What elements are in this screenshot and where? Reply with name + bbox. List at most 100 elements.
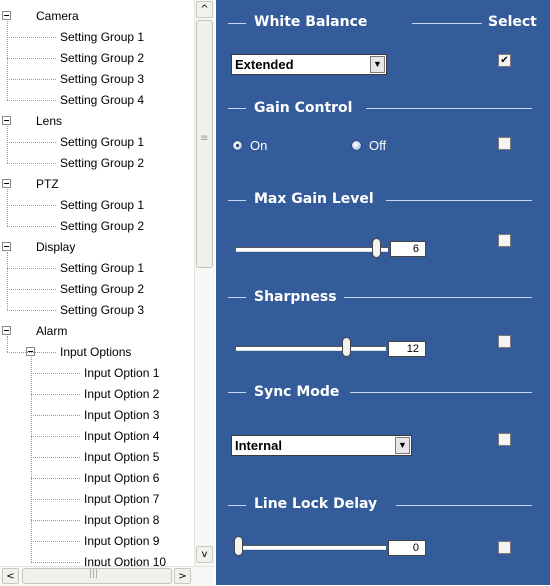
- sharpness-checkbox[interactable]: [498, 335, 511, 348]
- vertical-scroll-thumb[interactable]: [196, 20, 213, 268]
- select-column-header: Select: [488, 14, 537, 30]
- group-divider: [350, 392, 532, 393]
- white-balance-select[interactable]: Extended ▼: [231, 54, 387, 75]
- tree-item[interactable]: Setting Group 2: [60, 279, 144, 299]
- sync-mode-title: Sync Mode: [254, 384, 340, 400]
- scroll-down-button[interactable]: v: [196, 546, 213, 563]
- gain-control-checkbox[interactable]: [498, 137, 511, 150]
- tree-item[interactable]: Input Option 10: [84, 552, 166, 566]
- tree-item[interactable]: Input Option 3: [84, 405, 159, 425]
- tree-item[interactable]: Setting Group 4: [60, 90, 144, 110]
- gain-on-label: On: [250, 138, 268, 153]
- tree-item[interactable]: Setting Group 1: [60, 258, 144, 278]
- collapse-icon[interactable]: [2, 242, 11, 251]
- tree-connector: [31, 415, 80, 416]
- group-divider: [228, 392, 246, 393]
- tree-connector: [7, 268, 56, 269]
- tree-item-label: Setting Group 1: [60, 30, 145, 44]
- tree-item[interactable]: Input Option 6: [84, 468, 159, 488]
- sync-mode-value: Internal: [235, 438, 282, 453]
- tree-item[interactable]: Setting Group 1: [60, 132, 144, 152]
- tree-item-label: Setting Group 1: [60, 198, 145, 212]
- sharpness-title: Sharpness: [254, 289, 337, 305]
- group-divider: [366, 108, 532, 109]
- sharpness-value[interactable]: 12: [388, 341, 426, 357]
- tree-connector: [31, 394, 80, 395]
- tree-item[interactable]: Display: [36, 237, 75, 257]
- tree-item[interactable]: Setting Group 1: [60, 27, 144, 47]
- tree-item-label: Setting Group 4: [60, 93, 145, 107]
- sync-mode-checkbox[interactable]: [498, 433, 511, 446]
- dropdown-arrow-icon[interactable]: ▼: [395, 437, 410, 454]
- tree-item-label: Input Options: [60, 345, 132, 359]
- tree-item[interactable]: Input Option 4: [84, 426, 159, 446]
- collapse-icon[interactable]: [2, 326, 11, 335]
- scroll-left-button[interactable]: <: [2, 568, 19, 584]
- group-divider: [228, 108, 246, 109]
- tree-item-label: PTZ: [36, 177, 59, 191]
- line-lock-value[interactable]: 0: [388, 540, 426, 556]
- group-divider: [412, 23, 482, 24]
- sync-mode-select[interactable]: Internal ▼: [231, 435, 412, 456]
- max-gain-slider-track[interactable]: [236, 247, 388, 252]
- tree-item[interactable]: Input Option 1: [84, 363, 159, 383]
- scroll-up-button[interactable]: ^: [196, 1, 213, 18]
- tree-item[interactable]: Input Option 2: [84, 384, 159, 404]
- tree-item-label: Setting Group 1: [60, 261, 145, 275]
- tree-item-label: Input Option 2: [84, 387, 160, 401]
- dropdown-arrow-icon[interactable]: ▼: [370, 56, 385, 73]
- tree-item[interactable]: Setting Group 2: [60, 216, 144, 236]
- gain-off-label: Off: [369, 138, 387, 153]
- tree-connector: [7, 289, 56, 290]
- sharpness-slider-track[interactable]: [236, 346, 386, 351]
- tree-item[interactable]: Lens: [36, 111, 62, 131]
- tree-item[interactable]: Input Option 7: [84, 489, 159, 509]
- tree-item-label: Setting Group 2: [60, 282, 145, 296]
- tree-item[interactable]: Input Option 8: [84, 510, 159, 530]
- sharpness-slider-thumb[interactable]: [341, 337, 351, 357]
- tree-item[interactable]: Setting Group 3: [60, 69, 144, 89]
- line-lock-slider-thumb[interactable]: [234, 536, 243, 556]
- gain-off-radio[interactable]: [351, 140, 362, 151]
- tree-item[interactable]: Setting Group 1: [60, 195, 144, 215]
- tree-item-label: Setting Group 2: [60, 51, 145, 65]
- tree-connector: [7, 163, 56, 164]
- tree-item[interactable]: PTZ: [36, 174, 59, 194]
- horizontal-scroll-thumb[interactable]: [22, 568, 172, 584]
- tree-item[interactable]: Input Options: [60, 342, 131, 362]
- group-divider: [228, 505, 246, 506]
- tree-connector: [31, 520, 80, 521]
- tree-item[interactable]: Setting Group 2: [60, 153, 144, 173]
- scroll-right-button[interactable]: >: [174, 568, 191, 584]
- tree-item[interactable]: Setting Group 3: [60, 300, 144, 320]
- tree-item[interactable]: Setting Group 2: [60, 48, 144, 68]
- tree-connector: [7, 79, 56, 80]
- tree-item[interactable]: Input Option 5: [84, 447, 159, 467]
- tree-connector: [7, 310, 56, 311]
- collapse-icon[interactable]: [2, 11, 11, 20]
- max-gain-value[interactable]: 6: [390, 241, 426, 257]
- max-gain-checkbox[interactable]: [498, 234, 511, 247]
- tree-item[interactable]: Alarm: [36, 321, 67, 341]
- tree-connector: [7, 352, 56, 353]
- tree-connector: [7, 189, 8, 226]
- tree-item-label: Input Option 3: [84, 408, 160, 422]
- gain-on-radio[interactable]: [232, 140, 243, 151]
- tree-item[interactable]: Input Option 9: [84, 531, 159, 551]
- collapse-icon[interactable]: [2, 116, 11, 125]
- line-lock-checkbox[interactable]: [498, 541, 511, 554]
- max-gain-slider-thumb[interactable]: [371, 238, 381, 258]
- tree-item[interactable]: Camera: [36, 6, 79, 26]
- line-lock-delay-title: Line Lock Delay: [254, 496, 378, 512]
- tree-view[interactable]: Camera Setting Group 1 Setting Group 2 Sett…: [0, 0, 194, 566]
- white-balance-checkbox[interactable]: ✔: [498, 54, 511, 67]
- tree-connector: [31, 373, 80, 374]
- tree-item-label: Display: [36, 240, 76, 254]
- tree-connector: [31, 541, 80, 542]
- tree-connector: [7, 336, 8, 352]
- tree-connector: [7, 37, 56, 38]
- tree-connector: [7, 58, 56, 59]
- collapse-icon[interactable]: [2, 179, 11, 188]
- tree-item-label: Input Option 1: [84, 366, 160, 380]
- line-lock-slider-track[interactable]: [236, 545, 386, 550]
